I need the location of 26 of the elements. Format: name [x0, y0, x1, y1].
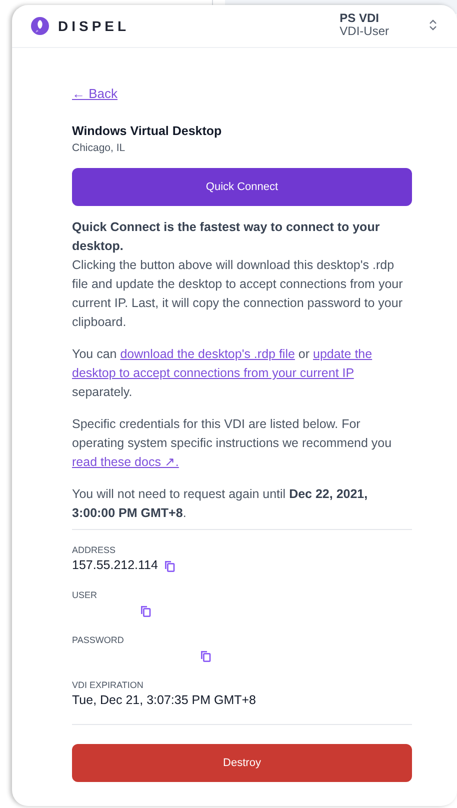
back-link[interactable]: ← Back: [72, 86, 118, 102]
paragraph: Specific credentials for this VDI are listed below. For operating system specific instructions we recommend you read these docs ↗.: [72, 416, 393, 471]
link[interactable]: read these docs ↗.: [72, 455, 179, 469]
paragraph: Quick Connect is the fastest way to connect to your desktop. Clicking the button above will download this desktop's .rdp file and update the desktop to accept connections from your current IP. Last, it will copy the connection password to your clipboard.: [72, 219, 404, 331]
brand-name: DISPEL: [58, 18, 130, 34]
copy-icon[interactable]: [140, 604, 151, 616]
field-value: 157.55.212.114: [72, 558, 158, 572]
link[interactable]: update the: [313, 347, 372, 361]
link[interactable]: download the desktop's .rdp file: [120, 347, 295, 361]
field-label: USER: [72, 589, 98, 601]
field-label: ADDRESS: [72, 544, 117, 556]
field-label: VDI EXPIRATION: [72, 679, 144, 691]
desktop-title: Windows Virtual Desktop: [72, 123, 223, 139]
chevron-updown-icon: [429, 19, 437, 31]
paragraph: You can download the desktop's .rdp file or update the desktop to accept connections from your current IP separately.: [72, 346, 374, 401]
field-value: Tue, Dec 21, 3:07:35 PM GMT+8: [72, 692, 256, 706]
desktop-location: Chicago, IL: [72, 141, 126, 155]
copy-icon[interactable]: [164, 560, 175, 572]
logo-icon: [31, 17, 49, 35]
destroy-button[interactable]: Destroy: [72, 744, 412, 782]
account-switcher[interactable]: PS VDI VDI-User: [340, 12, 437, 38]
quick-connect-button[interactable]: Quick Connect: [72, 168, 412, 206]
link[interactable]: desktop to accept connections from your current IP: [72, 366, 354, 380]
paragraph: You will not need to request again until Dec 22, 2021, 3:00:00 PM GMT+8.: [72, 486, 369, 522]
field-label: PASSWORD: [72, 634, 125, 646]
copy-icon[interactable]: [200, 650, 211, 662]
